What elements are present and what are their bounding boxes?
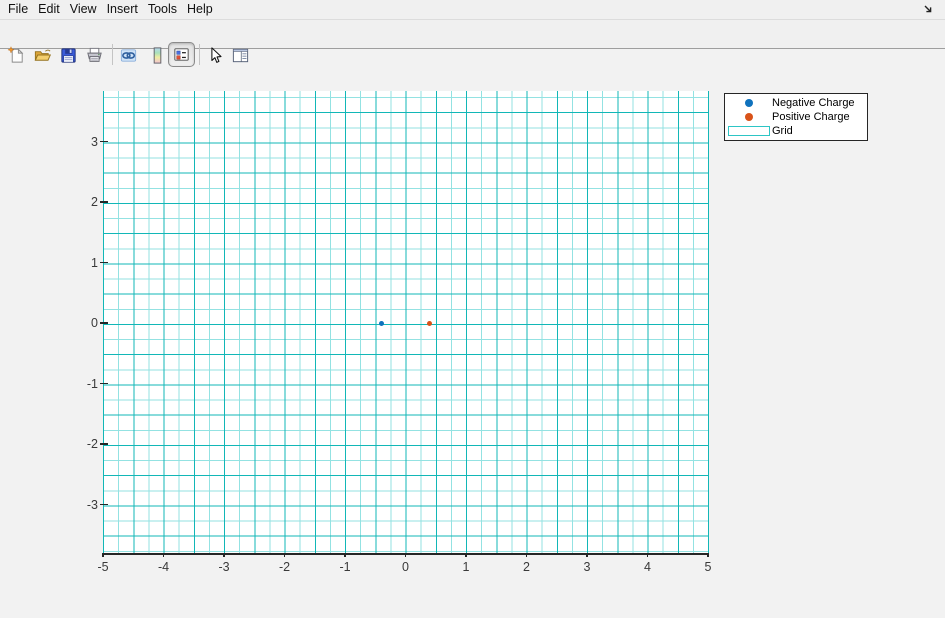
legend-row: Negative Charge — [725, 96, 867, 110]
x-tick-label: -1 — [325, 560, 365, 574]
x-tick — [223, 553, 225, 557]
x-tick-label: 1 — [446, 560, 486, 574]
y-tick-label: 1 — [54, 255, 98, 271]
y-tick-label: 2 — [54, 194, 98, 210]
legend-row: Positive Charge — [725, 110, 867, 124]
open-folder-icon — [33, 46, 52, 65]
x-tick-label: -2 — [265, 560, 305, 574]
y-tick — [100, 322, 108, 324]
menu-item-tools[interactable]: Tools — [143, 0, 182, 19]
x-tick-label: 2 — [507, 560, 547, 574]
property-editor-icon — [231, 46, 250, 65]
legend-marker-grid-swatch — [728, 126, 770, 136]
save-figure-button[interactable] — [58, 45, 78, 65]
menu-item-insert[interactable]: Insert — [102, 0, 143, 19]
x-tick — [647, 553, 649, 557]
insert-colorbar-button[interactable] — [147, 45, 167, 65]
legend-marker-dot — [745, 113, 753, 121]
menu-item-file[interactable]: File — [3, 0, 33, 19]
cursor-arrow-icon — [206, 46, 225, 65]
legend-label: Negative Charge — [772, 97, 855, 109]
menu-bar: FileEditViewInsertToolsHelp — [0, 0, 945, 20]
legend-marker-cell — [725, 126, 772, 136]
property-editor-button[interactable] — [230, 45, 250, 65]
x-tick — [102, 553, 104, 557]
legend-marker-cell — [725, 99, 772, 107]
y-tick — [100, 141, 108, 143]
save-floppy-icon — [59, 46, 78, 65]
edit-plot-button[interactable] — [205, 45, 225, 65]
x-tick — [344, 553, 346, 557]
dock-figure-button[interactable] — [923, 3, 937, 17]
x-tick — [707, 553, 709, 557]
new-figure-button[interactable] — [6, 45, 26, 65]
y-tick-label: 3 — [54, 134, 98, 150]
link-plot-button[interactable] — [118, 45, 138, 65]
dock-arrow-icon — [923, 4, 935, 16]
x-tick — [405, 553, 407, 557]
data-point-positive-charge — [427, 321, 432, 326]
x-tick — [284, 553, 286, 557]
legend-marker-dot — [745, 99, 753, 107]
menu-item-edit[interactable]: Edit — [33, 0, 65, 19]
x-tick-label: -4 — [144, 560, 184, 574]
plot-area — [103, 91, 709, 553]
open-file-button[interactable] — [32, 45, 52, 65]
x-tick — [586, 553, 588, 557]
menu-item-help[interactable]: Help — [182, 0, 218, 19]
legend-label: Positive Charge — [772, 111, 850, 123]
legend-marker-cell — [725, 113, 772, 121]
legend-row: Grid — [725, 124, 867, 138]
legend-icon — [172, 45, 191, 64]
y-tick — [100, 262, 108, 264]
y-tick-label: -1 — [54, 376, 98, 392]
colorbar-icon — [148, 46, 167, 65]
y-tick-label: -3 — [54, 497, 98, 513]
link-icon — [119, 46, 138, 65]
data-point-negative-charge — [379, 321, 384, 326]
y-tick — [100, 201, 108, 203]
x-tick-label: -3 — [204, 560, 244, 574]
print-figure-button[interactable] — [84, 45, 104, 65]
matlab-figure-window: { "menu_bar": { "items": ["File", "Edit"… — [0, 0, 945, 618]
y-tick — [100, 504, 108, 506]
x-tick-label: 4 — [628, 560, 668, 574]
legend-label: Grid — [772, 125, 793, 137]
x-tick — [526, 553, 528, 557]
insert-legend-button[interactable] — [168, 42, 195, 67]
y-tick — [100, 383, 108, 385]
toolbar-separator — [112, 44, 113, 65]
x-tick — [163, 553, 165, 557]
y-tick-label: -2 — [54, 436, 98, 452]
new-document-icon — [7, 46, 26, 65]
figure-toolbar — [0, 20, 945, 49]
y-tick — [100, 443, 108, 445]
x-tick — [465, 553, 467, 557]
x-tick-label: 0 — [386, 560, 426, 574]
menu-item-view[interactable]: View — [65, 0, 102, 19]
legend[interactable]: Negative Charge Positive Charge Grid — [724, 93, 868, 141]
printer-icon — [85, 46, 104, 65]
toolbar-separator — [199, 44, 200, 65]
x-tick-label: -5 — [83, 560, 123, 574]
x-tick-label: 3 — [567, 560, 607, 574]
x-tick-label: 5 — [688, 560, 728, 574]
y-tick-label: 0 — [54, 315, 98, 331]
